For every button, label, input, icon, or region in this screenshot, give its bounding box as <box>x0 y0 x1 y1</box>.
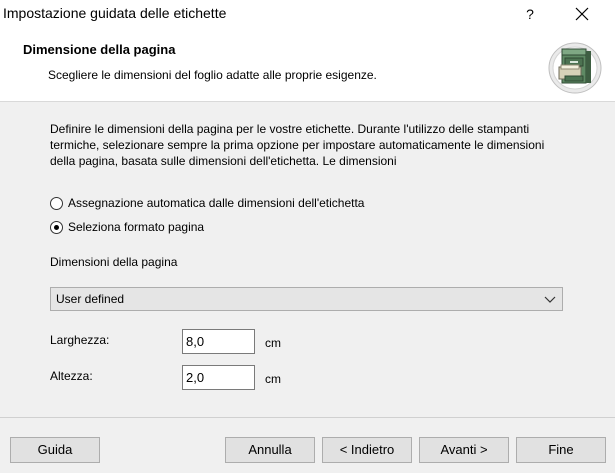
finish-button[interactable]: Fine <box>516 437 606 463</box>
height-label: Altezza: <box>50 369 93 383</box>
cancel-button[interactable]: Annulla <box>225 437 315 463</box>
close-button[interactable] <box>568 3 596 25</box>
help-guide-button[interactable]: Guida <box>10 437 100 463</box>
page-subtitle: Scegliere le dimensioni del foglio adatt… <box>48 68 377 82</box>
page-size-label: Dimensioni della pagina <box>50 255 178 269</box>
window-title: Impostazione guidata delle etichette <box>3 5 227 21</box>
height-input[interactable]: 2,0 <box>182 365 255 390</box>
next-button[interactable]: Avanti > <box>419 437 509 463</box>
width-label: Larghezza: <box>50 333 110 347</box>
page-size-select[interactable]: User defined <box>50 287 563 311</box>
option-label: Seleziona formato pagina <box>68 220 205 234</box>
header-divider <box>0 101 615 102</box>
wizard-header: Dimensione della pagina Scegliere le dim… <box>0 28 615 101</box>
page-title: Dimensione della pagina <box>23 42 176 57</box>
selected-value: User defined <box>56 292 125 306</box>
height-unit: cm <box>265 372 281 386</box>
option-label: Assegnazione automatica dalle dimensioni… <box>68 196 365 210</box>
close-icon <box>575 7 589 21</box>
file-cabinet-icon <box>548 42 602 94</box>
radio-button-selected[interactable] <box>50 220 63 234</box>
back-button[interactable]: < Indietro <box>322 437 412 463</box>
help-button[interactable]: ? <box>519 3 541 25</box>
width-input[interactable]: 8,0 <box>182 329 255 354</box>
footer-divider <box>0 417 615 418</box>
wizard-dialog: Impostazione guidata delle etichette ? D… <box>0 0 615 473</box>
option-select-format[interactable]: Seleziona formato pagina <box>50 218 204 236</box>
width-unit: cm <box>265 336 281 350</box>
radio-button[interactable] <box>50 196 63 210</box>
title-bar: Impostazione guidata delle etichette ? <box>0 0 615 28</box>
chevron-down-icon <box>544 296 556 303</box>
description-text: Definire le dimensioni della pagina per … <box>50 122 545 168</box>
option-auto-size[interactable]: Assegnazione automatica dalle dimensioni… <box>50 194 364 212</box>
